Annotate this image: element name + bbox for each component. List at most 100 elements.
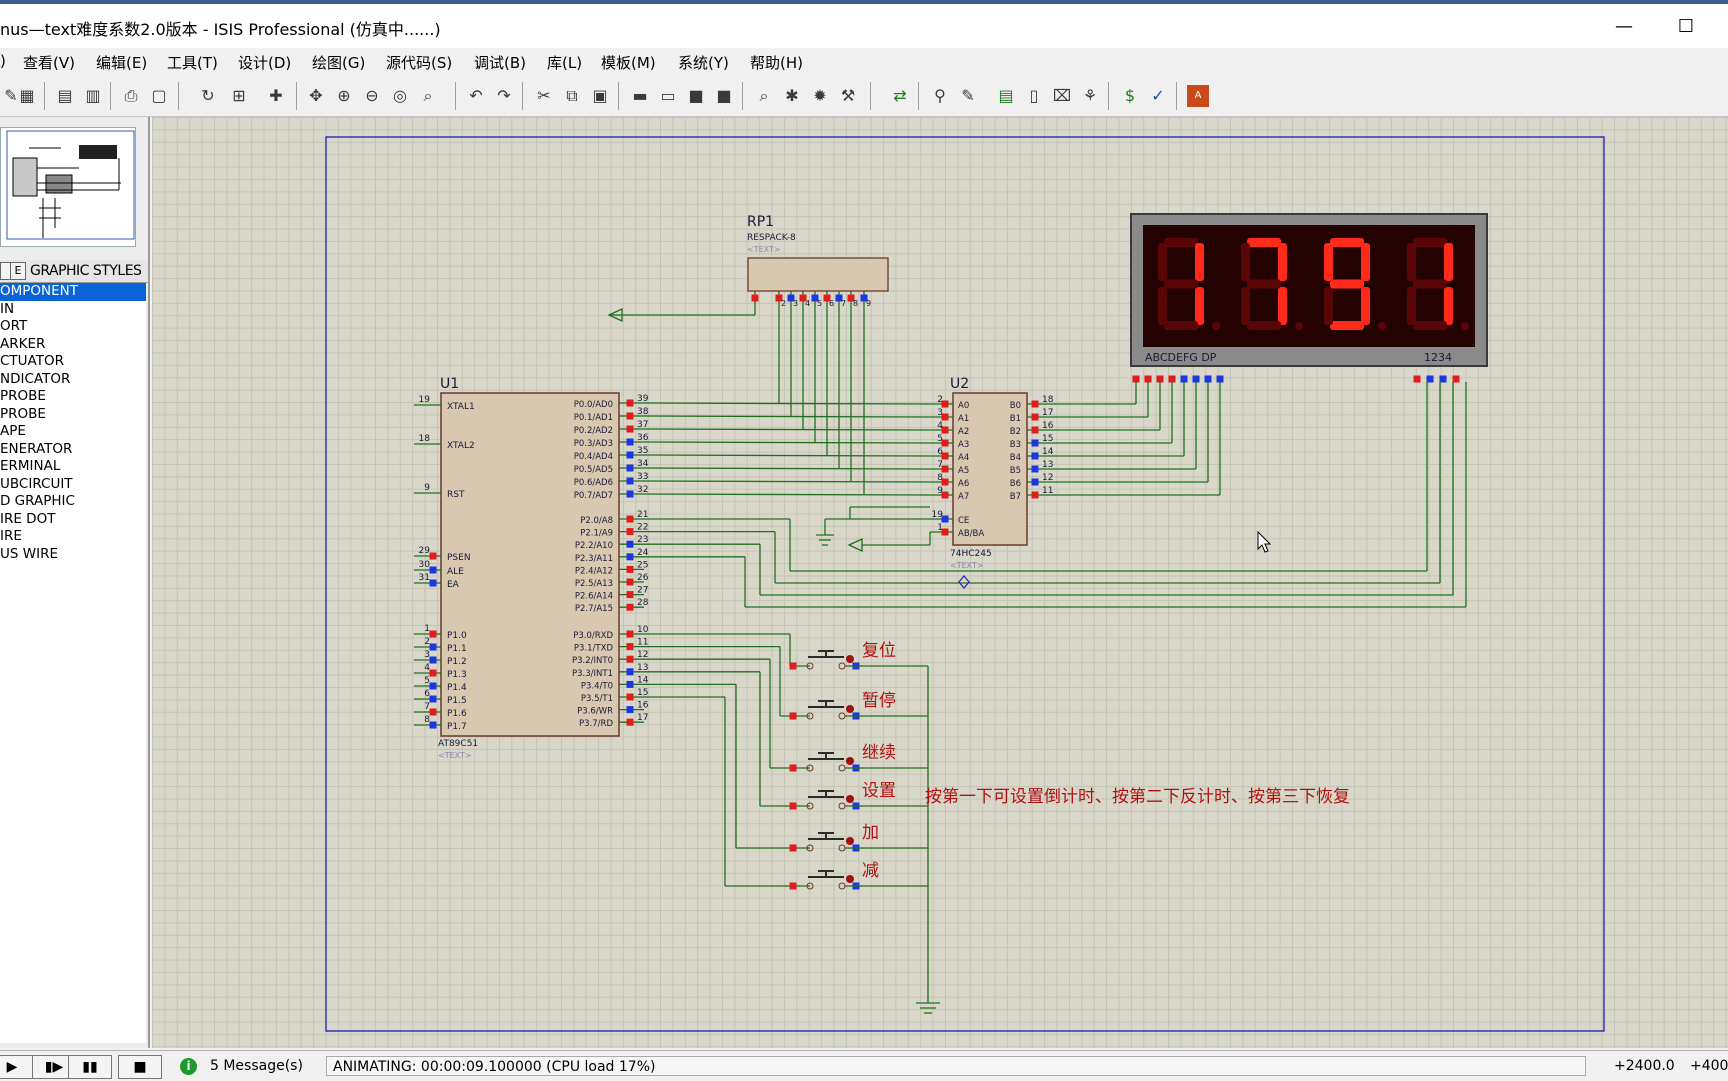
zoom-out-icon[interactable]: ⊖ bbox=[361, 85, 383, 107]
copy-icon[interactable]: ⧉ bbox=[561, 85, 583, 107]
power-terminal bbox=[847, 537, 863, 553]
object-list-item[interactable]: NDICATOR bbox=[0, 371, 146, 389]
display-segment bbox=[1324, 287, 1333, 325]
display-segment bbox=[1361, 287, 1370, 325]
export-icon[interactable]: ▥ bbox=[82, 85, 104, 107]
u1-pin-number: 31 bbox=[419, 573, 430, 583]
paste-icon[interactable]: ▣ bbox=[589, 85, 611, 107]
object-list-item[interactable]: PROBE bbox=[0, 406, 146, 424]
toolbar: ✎ ▦ ▤ ▥ ⎙ ▢ ↻ ⊞ ✚ ✥ ⊕ ⊖ ◎ ⌕ ↶ ↷ ✂ ⧉ ▣ ▬ … bbox=[0, 76, 1728, 117]
menu-help[interactable]: 帮助(H) bbox=[750, 52, 803, 73]
object-list-item[interactable]: CTUATOR bbox=[0, 353, 146, 371]
play-button[interactable]: ▶ bbox=[0, 1055, 34, 1079]
decompose-icon[interactable]: ⚒ bbox=[837, 85, 859, 107]
zoom-in-icon[interactable]: ⊕ bbox=[333, 85, 355, 107]
electrical-rule-check-icon[interactable]: ✓ bbox=[1147, 85, 1169, 107]
u2-pin-name: A6 bbox=[958, 479, 969, 489]
menu-system[interactable]: 系统(Y) bbox=[678, 52, 729, 73]
block-rotate-icon[interactable]: ■ bbox=[685, 85, 707, 107]
ares-icon[interactable]: A bbox=[1187, 85, 1209, 107]
u1-pin-state bbox=[429, 566, 437, 574]
menu-design[interactable]: 设计(D) bbox=[238, 52, 291, 73]
u1-pin-name: P3.7/RD bbox=[579, 719, 613, 729]
schematic-canvas[interactable]: RP1 RESPACK-8 <TEXT> 2 3 4 5 6 7 8 9 U1 AT89C51 <TEXT… bbox=[152, 117, 1728, 1048]
coord-x: +2400.0 bbox=[1614, 1058, 1675, 1074]
make-device-icon[interactable]: ✱ bbox=[781, 85, 803, 107]
redo-icon[interactable]: ↷ bbox=[493, 85, 515, 107]
button-state-indicator bbox=[846, 837, 854, 845]
wire-autorouter-icon[interactable]: ⇄ bbox=[889, 85, 911, 107]
schematic-drawing[interactable]: RP1RESPACK-8<TEXT>2 3 4 5 6 7 8 9U1AT89C51<TEXT… bbox=[152, 117, 1728, 1048]
menu-tools[interactable]: 工具(T) bbox=[167, 52, 218, 73]
print-icon[interactable]: ⎙ bbox=[120, 85, 142, 107]
menu-template[interactable]: 模板(M) bbox=[601, 52, 656, 73]
u1-pin-number: 16 bbox=[637, 701, 649, 711]
grid-icon[interactable]: ⊞ bbox=[228, 85, 250, 107]
zoom-all-icon[interactable]: ◎ bbox=[389, 85, 411, 107]
rp1-body bbox=[747, 257, 889, 292]
messages-count[interactable]: 5 Message(s) bbox=[204, 1056, 304, 1076]
button-pin-state bbox=[789, 712, 797, 720]
object-list-item[interactable]: D GRAPHIC bbox=[0, 493, 146, 511]
zoom-to-child-icon[interactable]: ⚘ bbox=[1079, 85, 1101, 107]
pan-icon[interactable]: ✥ bbox=[305, 85, 327, 107]
print-area-icon[interactable]: ▢ bbox=[148, 85, 170, 107]
overview-window[interactable] bbox=[0, 127, 136, 247]
cut-icon[interactable]: ✂ bbox=[533, 85, 555, 107]
package-icon[interactable]: ✹ bbox=[809, 85, 831, 107]
u1-pin-state bbox=[626, 578, 634, 586]
menu-library[interactable]: 库(L) bbox=[547, 52, 582, 73]
u1-pin-number: 27 bbox=[637, 586, 648, 596]
block-move-icon[interactable]: ▭ bbox=[657, 85, 679, 107]
display-segment bbox=[1158, 287, 1167, 325]
refresh-icon[interactable]: ↻ bbox=[197, 85, 219, 107]
block-copy-icon[interactable]: ▬ bbox=[629, 85, 651, 107]
object-list-item[interactable]: ERMINAL bbox=[0, 458, 146, 476]
u1-pin-state bbox=[626, 718, 634, 726]
object-list-item[interactable]: IN bbox=[0, 301, 146, 319]
menu-file[interactable]: ) bbox=[0, 52, 6, 70]
property-tool-icon[interactable]: ✎ bbox=[957, 85, 979, 107]
menu-edit[interactable]: 编辑(E) bbox=[96, 52, 147, 73]
exit-to-parent-icon[interactable]: ⌧ bbox=[1051, 85, 1073, 107]
object-list-item[interactable]: ARKER bbox=[0, 336, 146, 354]
menu-debug[interactable]: 调试(B) bbox=[474, 52, 526, 73]
menu-source[interactable]: 源代码(S) bbox=[386, 52, 452, 73]
stop-button[interactable]: ■ bbox=[118, 1055, 162, 1079]
object-list-item[interactable]: IRE bbox=[0, 528, 146, 546]
u1-pin-name: P3.2/INT0 bbox=[572, 656, 613, 666]
bill-of-materials-icon[interactable]: $ bbox=[1119, 85, 1141, 107]
object-list-item[interactable]: US WIRE bbox=[0, 546, 146, 564]
button-state-indicator bbox=[846, 875, 854, 883]
import-icon[interactable]: ▤ bbox=[54, 85, 76, 107]
display-segment bbox=[1444, 287, 1453, 325]
menu-view[interactable]: 查看(V) bbox=[23, 52, 75, 73]
undo-icon[interactable]: ↶ bbox=[465, 85, 487, 107]
save-icon[interactable]: ▦ bbox=[16, 85, 38, 107]
search-icon[interactable]: ⚲ bbox=[929, 85, 951, 107]
zoom-area-icon[interactable]: ⌕ bbox=[417, 85, 439, 107]
u1-pin-name: XTAL1 bbox=[447, 402, 475, 412]
minimize-button[interactable]: — bbox=[1604, 12, 1644, 42]
wire bbox=[643, 480, 931, 483]
block-delete-icon[interactable]: ■ bbox=[713, 85, 735, 107]
pick-device-icon[interactable]: ⌕ bbox=[753, 85, 775, 107]
maximize-button[interactable]: ☐ bbox=[1666, 12, 1706, 42]
object-list-item[interactable]: IRE DOT bbox=[0, 511, 146, 529]
u2-part: 74HC245 bbox=[950, 549, 992, 559]
u1-pin-state bbox=[429, 669, 437, 677]
menu-graph[interactable]: 绘图(G) bbox=[312, 52, 365, 73]
new-sheet-icon[interactable]: ▤ bbox=[995, 85, 1017, 107]
object-list-item[interactable]: OMPONENT bbox=[0, 283, 146, 301]
object-list-item[interactable]: PROBE bbox=[0, 388, 146, 406]
pause-button[interactable]: ▮▮ bbox=[68, 1055, 112, 1079]
mouse-cursor-icon bbox=[1257, 530, 1272, 553]
origin-icon[interactable]: ✚ bbox=[265, 85, 287, 107]
object-list-item[interactable]: ORT bbox=[0, 318, 146, 336]
object-list-item[interactable]: UBCIRCUIT bbox=[0, 476, 146, 494]
u1-pin-name: P2.5/A13 bbox=[575, 579, 613, 589]
object-list-item[interactable]: APE bbox=[0, 423, 146, 441]
object-list-item[interactable]: ENERATOR bbox=[0, 441, 146, 459]
edit-button[interactable]: E bbox=[10, 262, 26, 280]
remove-sheet-icon[interactable]: ▯ bbox=[1023, 85, 1045, 107]
